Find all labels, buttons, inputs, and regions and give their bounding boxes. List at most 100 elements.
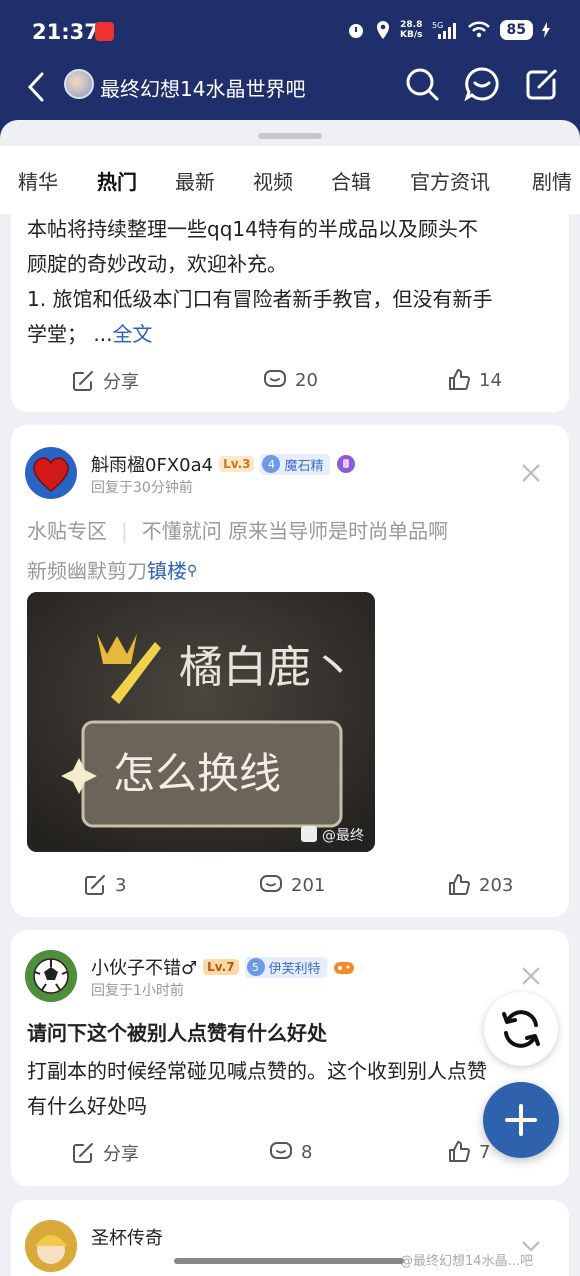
refresh-button[interactable] xyxy=(484,992,558,1066)
post-title: 水贴专区 | 不懂就问 原来当导师是时尚单品啊 新频幽默剪刀镇楼⚲ xyxy=(27,511,557,591)
post-title-text: 新频幽默剪刀 xyxy=(27,559,147,583)
reply-time: 回复于30分钟前 xyxy=(91,480,193,496)
post-excerpt: 本帖将持续整理一些qq14特有的半成品以及顾头不 顾腚的奇妙改动，欢迎补充。 1… xyxy=(27,212,557,352)
share-button[interactable]: 分享 xyxy=(71,368,139,394)
share-label: 分享 xyxy=(103,372,139,393)
post-line: 顾腚的奇妙改动，欢迎补充。 xyxy=(27,252,287,276)
post-category-tag[interactable]: 水贴专区 xyxy=(27,519,107,543)
status-time: 21:37 xyxy=(32,20,99,44)
share-count: 3 xyxy=(115,874,127,896)
post-line: 有什么好处吗 xyxy=(27,1094,147,1118)
message-icon[interactable] xyxy=(464,66,500,102)
user-info: 圣杯传奇 xyxy=(91,1224,163,1250)
comment-icon xyxy=(260,875,282,892)
image-text-name: 橘白鹿丶 xyxy=(179,642,355,693)
comment-button[interactable]: 20 xyxy=(263,368,318,392)
badge-name: 伊芙利特 xyxy=(268,961,321,977)
user-avatar[interactable] xyxy=(25,950,77,1002)
user-avatar[interactable] xyxy=(25,447,77,499)
forum-title[interactable]: 最终幻想14水晶世界吧 xyxy=(100,73,305,102)
share-button[interactable]: 分享 xyxy=(71,1140,139,1166)
charging-icon xyxy=(542,22,550,38)
badge-number: 4 xyxy=(262,455,281,473)
status-bar: 21:37 28.8 KB/s 5G 85 xyxy=(0,0,580,62)
share-label: 分享 xyxy=(103,1144,139,1165)
search-keyword-link[interactable]: 镇楼 xyxy=(147,559,187,583)
comment-count: 20 xyxy=(295,369,318,391)
forum-header: 最终幻想14水晶世界吧 xyxy=(0,62,580,120)
share-icon xyxy=(73,1143,93,1163)
tab-official-news[interactable]: 官方资讯 xyxy=(410,166,490,195)
battery-level: 85 xyxy=(499,20,533,40)
medal-icon xyxy=(336,455,355,473)
post-card[interactable]: 本帖将持续整理一些qq14特有的半成品以及顾头不 顾腚的奇妙改动，欢迎补充。 1… xyxy=(11,200,569,412)
tab-hot[interactable]: 热门 xyxy=(97,166,137,195)
alarm-icon xyxy=(349,24,364,38)
plus-icon xyxy=(505,1104,537,1136)
home-indicator[interactable] xyxy=(174,1258,404,1264)
character-avatar-icon xyxy=(25,1220,77,1272)
gamepad-icon xyxy=(333,962,354,974)
post-title-line: 水贴专区 | 不懂就问 原来当导师是时尚单品啊 xyxy=(27,511,557,551)
net-speed-unit: KB/s xyxy=(400,30,423,40)
badge-number: 5 xyxy=(246,958,265,976)
share-icon xyxy=(73,371,93,391)
comment-count: 201 xyxy=(291,874,326,896)
search-small-icon: ⚲ xyxy=(187,563,198,579)
search-icon[interactable] xyxy=(404,66,440,102)
image-text-caption: 怎么换线 xyxy=(113,749,281,798)
username[interactable]: 圣杯传奇 xyxy=(91,1224,163,1250)
post-title: 请问下这个被别人点赞有什么好处 xyxy=(27,1021,327,1045)
tab-video[interactable]: 视频 xyxy=(253,166,293,195)
member-badge: 5 伊芙利特 xyxy=(244,956,327,978)
tab-featured[interactable]: 精华 xyxy=(18,166,58,195)
user-info: 小伙子不错♂ Lv.7 5 伊芙利特 xyxy=(91,954,355,980)
tab-story[interactable]: 剧情 xyxy=(532,166,572,195)
comment-count: 8 xyxy=(301,1141,313,1163)
post-card[interactable]: 斛雨楹0FX0a4 Lv.3 4 魔石精 回复于30分钟前 水贴专区 | 不懂就问 原… xyxy=(11,425,569,917)
post-title-text: 不懂就问 原来当导师是时尚单品啊 xyxy=(141,519,449,543)
tab-latest[interactable]: 最新 xyxy=(175,166,215,195)
heart-avatar-icon xyxy=(33,457,69,492)
soccer-ball-avatar-icon xyxy=(25,950,77,1002)
post-image-graphic: 橘白鹿丶 怎么换线 @最终 xyxy=(27,592,375,852)
signal-label: 5G xyxy=(432,21,443,30)
share-icon xyxy=(85,875,105,895)
thumbs-up-icon xyxy=(449,874,470,895)
user-avatar[interactable] xyxy=(25,1220,77,1272)
edit-post-icon[interactable] xyxy=(524,66,560,102)
like-count: 203 xyxy=(479,874,514,896)
sheet-grabber[interactable] xyxy=(258,133,322,139)
comment-button[interactable]: 201 xyxy=(259,873,325,897)
reply-time: 回复于1小时前 xyxy=(91,983,184,999)
close-icon[interactable] xyxy=(521,966,541,986)
tag-divider: | xyxy=(121,519,128,543)
level-badge: Lv.3 xyxy=(219,456,255,472)
username[interactable]: 小伙子不错♂ xyxy=(91,954,197,980)
location-icon xyxy=(377,21,390,39)
refresh-icon xyxy=(502,1010,540,1048)
net-speed-value: 28.8 xyxy=(400,20,423,30)
forum-avatar[interactable] xyxy=(64,69,94,99)
post-line-last: 学堂； ...全文 xyxy=(27,317,557,352)
username[interactable]: 斛雨楹0FX0a4 xyxy=(91,451,213,477)
share-button[interactable]: 3 xyxy=(83,873,126,897)
like-button[interactable]: 14 xyxy=(447,368,502,392)
thumbs-up-icon xyxy=(449,369,470,390)
wifi-icon xyxy=(467,21,490,38)
post-excerpt: 打副本的时候经常碰见喊点赞的。这个收到别人点赞 有什么好处吗 xyxy=(27,1054,557,1124)
status-icons: 28.8 KB/s 5G 85 xyxy=(346,20,550,40)
post-line: 1. 旅馆和低级本门口有冒险者新手教官，但没有新手 xyxy=(27,287,493,311)
post-image[interactable]: 橘白鹿丶 怎么换线 @最终 xyxy=(27,592,375,852)
post-title-line: 新频幽默剪刀镇楼⚲ xyxy=(27,551,557,591)
close-icon[interactable] xyxy=(521,463,541,483)
back-icon[interactable] xyxy=(24,70,54,104)
comment-button[interactable]: 8 xyxy=(269,1140,312,1164)
new-post-button[interactable] xyxy=(483,1082,559,1158)
read-more-link[interactable]: 全文 xyxy=(112,322,152,346)
image-watermark: @最终 xyxy=(322,828,364,844)
tab-collection[interactable]: 合辑 xyxy=(331,166,371,195)
thumbs-up-icon xyxy=(449,1141,470,1162)
comment-icon xyxy=(270,1142,292,1159)
like-button[interactable]: 203 xyxy=(447,873,513,897)
